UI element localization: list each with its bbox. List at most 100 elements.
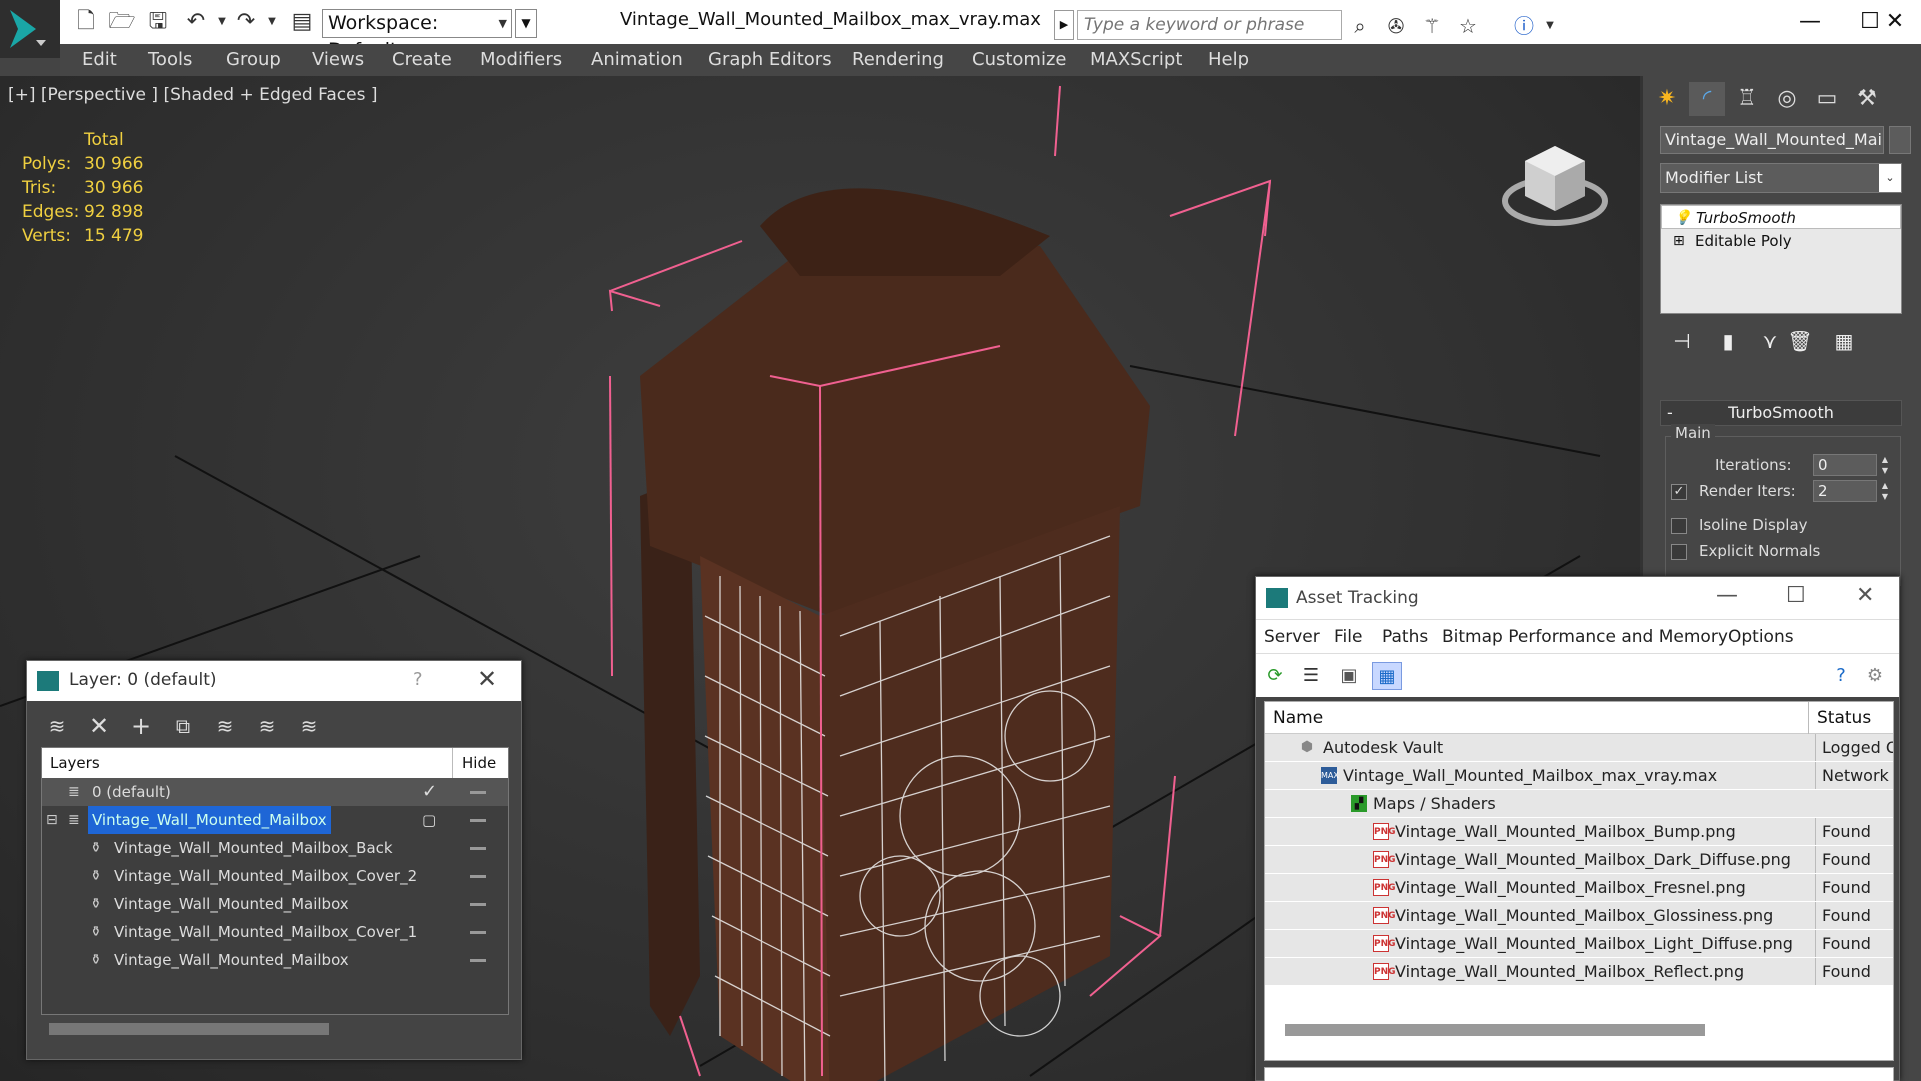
- hierarchy-tab-icon[interactable]: ♖: [1729, 82, 1765, 116]
- close-icon[interactable]: ✕: [1870, 4, 1920, 40]
- menu-tools[interactable]: Tools: [148, 49, 192, 70]
- collapse-minus-icon[interactable]: ⊟: [46, 806, 58, 834]
- render-iters-spinner[interactable]: 2: [1813, 480, 1877, 502]
- show-end-result-icon[interactable]: ▮: [1713, 326, 1743, 356]
- minimize-icon[interactable]: —: [1785, 4, 1835, 40]
- isoline-display-checkbox[interactable]: [1671, 518, 1687, 534]
- menu-options[interactable]: Options: [1728, 627, 1794, 647]
- vault-settings-icon[interactable]: ⚙: [1860, 662, 1890, 690]
- project-folder-icon[interactable]: ▤: [288, 8, 316, 36]
- select-objects-icon[interactable]: ⧉: [167, 711, 199, 741]
- asset-row[interactable]: PNG Vintage_Wall_Mounted_Mailbox_Dark_Di…: [1265, 846, 1893, 874]
- asset-row[interactable]: MAX Vintage_Wall_Mounted_Mailbox_max_vra…: [1265, 762, 1893, 790]
- menu-file[interactable]: File: [1334, 627, 1362, 647]
- freeze-all-icon[interactable]: ≋: [293, 711, 325, 741]
- close-icon[interactable]: ✕: [1856, 583, 1874, 608]
- favorites-star-icon[interactable]: ☆: [1454, 12, 1482, 40]
- menu-help[interactable]: Help: [1208, 49, 1249, 70]
- configure-sets-icon[interactable]: ▦: [1829, 326, 1859, 356]
- make-unique-icon[interactable]: ⋎: [1755, 326, 1785, 356]
- highlight-layer-icon[interactable]: ≋: [209, 711, 241, 741]
- active-layer-check-icon[interactable]: ✓: [422, 778, 437, 806]
- vault-help-icon[interactable]: ?: [1826, 662, 1856, 690]
- undo-icon[interactable]: ↶: [182, 8, 210, 36]
- object-row[interactable]: ⚱ Vintage_Wall_Mounted_Mailbox_Back: [42, 834, 508, 862]
- horizontal-scrollbar[interactable]: [1285, 1024, 1705, 1036]
- layer-row[interactable]: ≣ 0 (default) ✓: [42, 778, 508, 806]
- layer-explorer-titlebar[interactable]: Layer: 0 (default) ? ✕: [27, 661, 521, 701]
- help-icon[interactable]: ⓘ: [1510, 12, 1538, 40]
- asset-row[interactable]: PNG Vintage_Wall_Mounted_Mailbox_Light_D…: [1265, 930, 1893, 958]
- menu-graph-editors[interactable]: Graph Editors: [708, 49, 832, 70]
- display-tab-icon[interactable]: ▭: [1809, 82, 1845, 116]
- motion-tab-icon[interactable]: ◎: [1769, 82, 1805, 116]
- object-row[interactable]: ⚱ Vintage_Wall_Mounted_Mailbox: [42, 946, 508, 974]
- menu-server[interactable]: Server: [1264, 627, 1320, 647]
- search-expand-button[interactable]: ▶: [1054, 10, 1074, 40]
- object-row[interactable]: ⚱ Vintage_Wall_Mounted_Mailbox_Cover_1: [42, 918, 508, 946]
- workspace-dropdown[interactable]: Workspace: Default ▼: [322, 9, 512, 61]
- redo-dropdown-icon[interactable]: ▼: [258, 8, 286, 36]
- tools-icon[interactable]: ✇: [1382, 12, 1410, 40]
- spinner-arrows-icon[interactable]: ▲ ▼: [1879, 454, 1891, 476]
- hide-toggle-icon[interactable]: [470, 903, 486, 906]
- spinner-arrows-icon[interactable]: ▲ ▼: [1879, 480, 1891, 502]
- menu-create[interactable]: Create: [392, 49, 452, 70]
- menu-group[interactable]: Group: [226, 49, 281, 70]
- open-file-icon[interactable]: 🗁: [108, 8, 136, 36]
- close-icon[interactable]: ✕: [477, 665, 497, 693]
- asset-row[interactable]: ▞ Maps / Shaders: [1265, 790, 1893, 818]
- app-logo-icon[interactable]: [0, 0, 60, 58]
- turbosmooth-rollout-header[interactable]: - TurboSmooth: [1660, 400, 1902, 426]
- expand-plus-icon[interactable]: ⊞: [1673, 229, 1685, 253]
- menu-paths[interactable]: Paths: [1382, 627, 1428, 647]
- object-color-swatch[interactable]: [1889, 126, 1911, 154]
- hide-toggle-icon[interactable]: [470, 819, 486, 822]
- viewcube-icon[interactable]: [1500, 126, 1610, 236]
- list-view-icon[interactable]: ☰: [1296, 662, 1326, 690]
- minimize-icon[interactable]: —: [1716, 583, 1738, 608]
- create-tab-icon[interactable]: ✷: [1649, 82, 1685, 116]
- iterations-spinner[interactable]: 0: [1813, 454, 1877, 476]
- help-button[interactable]: ?: [413, 669, 423, 690]
- pin-stack-icon[interactable]: ⊣: [1667, 326, 1697, 356]
- menu-edit[interactable]: Edit: [82, 49, 117, 70]
- menu-views[interactable]: Views: [312, 49, 364, 70]
- help-dropdown-icon[interactable]: ▼: [1536, 12, 1564, 40]
- column-layers[interactable]: Layers: [50, 754, 100, 772]
- table-view-icon[interactable]: ▦: [1372, 662, 1402, 690]
- explicit-normals-checkbox[interactable]: [1671, 544, 1687, 560]
- viewport-label[interactable]: [+] [Perspective ] [Shaded + Edged Faces…: [8, 85, 377, 105]
- hide-toggle-icon[interactable]: [470, 791, 486, 794]
- asset-row[interactable]: PNG Vintage_Wall_Mounted_Mailbox_Glossin…: [1265, 902, 1893, 930]
- modifier-list-dropdown[interactable]: Modifier List ⌄: [1660, 163, 1902, 193]
- thumbnail-view-icon[interactable]: ▣: [1334, 662, 1364, 690]
- add-to-layer-icon[interactable]: +: [125, 711, 157, 741]
- asset-row[interactable]: PNG Vintage_Wall_Mounted_Mailbox_Fresnel…: [1265, 874, 1893, 902]
- active-layer-box-icon[interactable]: ▢: [422, 806, 436, 834]
- object-row[interactable]: ⚱ Vintage_Wall_Mounted_Mailbox_Cover_2: [42, 862, 508, 890]
- search-input[interactable]: [1077, 10, 1342, 40]
- stack-item-turbosmooth[interactable]: 💡 TurboSmooth: [1661, 205, 1901, 229]
- column-status[interactable]: Status: [1817, 708, 1871, 728]
- remove-modifier-icon[interactable]: 🗑: [1785, 326, 1815, 356]
- asset-row[interactable]: PNG Vintage_Wall_Mounted_Mailbox_Reflect…: [1265, 958, 1893, 986]
- new-layer-icon[interactable]: ≋: [41, 711, 73, 741]
- workspace-menu-button[interactable]: ▼: [515, 9, 537, 38]
- asset-tracking-titlebar[interactable]: Asset Tracking — ☐ ✕: [1256, 577, 1899, 619]
- hide-toggle-icon[interactable]: [470, 959, 486, 962]
- refresh-icon[interactable]: ⟳: [1260, 662, 1290, 690]
- delete-layer-icon[interactable]: ✕: [83, 711, 115, 741]
- new-file-icon[interactable]: 🗋: [72, 8, 100, 36]
- menu-animation[interactable]: Animation: [591, 49, 683, 70]
- hide-toggle-icon[interactable]: [470, 875, 486, 878]
- lightbulb-icon[interactable]: 💡: [1674, 206, 1691, 230]
- menu-modifiers[interactable]: Modifiers: [480, 49, 562, 70]
- column-hide[interactable]: Hide: [462, 754, 496, 772]
- hide-all-icon[interactable]: ≋: [251, 711, 283, 741]
- object-row[interactable]: ⚱ Vintage_Wall_Mounted_Mailbox: [42, 890, 508, 918]
- signin-icon[interactable]: ⚚: [1418, 12, 1446, 40]
- render-iters-checkbox[interactable]: ✓: [1671, 484, 1687, 500]
- horizontal-scrollbar[interactable]: [49, 1023, 329, 1035]
- asset-row[interactable]: PNG Vintage_Wall_Mounted_Mailbox_Bump.pn…: [1265, 818, 1893, 846]
